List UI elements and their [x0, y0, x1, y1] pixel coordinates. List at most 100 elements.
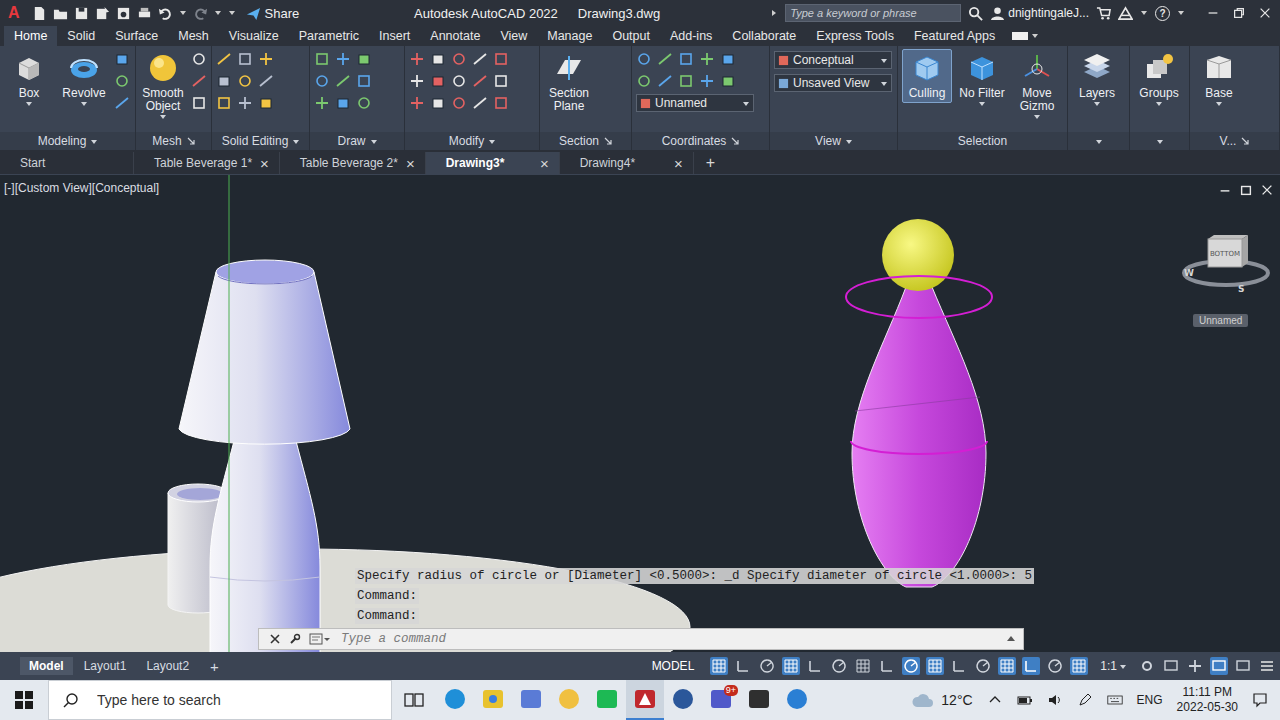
status-toggle-icon[interactable] [950, 657, 968, 675]
status-toggle-icon[interactable] [998, 657, 1016, 675]
status-toggle-icon[interactable] [1186, 657, 1204, 675]
redo-dropdown-icon[interactable] [214, 9, 222, 17]
customization-menu-icon[interactable] [1258, 657, 1276, 675]
model-viewport[interactable]: [-][Custom View][Conceptual]BOTTOMWSUnna… [0, 174, 1280, 652]
status-toggle-icon[interactable] [782, 657, 800, 675]
bowling-pin-model[interactable] [846, 219, 992, 587]
tool-icon[interactable] [493, 73, 509, 89]
taskbar-search[interactable] [48, 680, 392, 720]
panel-title[interactable]: Mesh [136, 132, 211, 150]
taskbar-search-field[interactable] [95, 691, 391, 709]
command-input[interactable] [339, 631, 997, 647]
app-logo[interactable]: A [4, 4, 26, 22]
status-toggle-icon[interactable] [878, 657, 896, 675]
taskbar-app[interactable] [588, 680, 626, 720]
taskbar-app[interactable] [626, 680, 664, 720]
minimize-icon[interactable] [1206, 6, 1220, 20]
tool-icon[interactable] [258, 51, 274, 67]
tool-icon[interactable] [216, 51, 232, 67]
close-tab-button[interactable]: × [260, 155, 269, 172]
status-toggle-icon[interactable] [1234, 657, 1252, 675]
taskbar-app[interactable] [550, 680, 588, 720]
status-toggle-icon[interactable] [1022, 657, 1040, 675]
taskbar-app[interactable] [664, 680, 702, 720]
tool-icon[interactable] [636, 51, 652, 67]
help-button[interactable]: ? [1155, 6, 1170, 21]
tool-menu-icon[interactable] [1094, 102, 1100, 106]
tool-icon[interactable] [191, 51, 207, 67]
user-account[interactable]: dnightingaleJ... [990, 6, 1089, 21]
task-view-button[interactable] [392, 680, 436, 720]
tool-icon[interactable] [191, 73, 207, 89]
tool-icon[interactable] [472, 73, 488, 89]
tool-menu-icon[interactable] [81, 102, 87, 106]
tool-icon[interactable] [493, 51, 509, 67]
save-icon[interactable] [74, 6, 89, 21]
tool-menu-icon[interactable] [1034, 115, 1040, 119]
panel-title[interactable]: Solid Editing [212, 132, 309, 150]
panel-expand-icon[interactable] [371, 140, 377, 144]
input-language[interactable]: ENG [1137, 693, 1163, 707]
viewport-close-icon[interactable] [1260, 183, 1274, 197]
tool-menu-icon[interactable] [26, 102, 32, 106]
ribbon-tool[interactable]: Groups [1134, 49, 1184, 109]
ribbon-tab[interactable]: Surface [105, 26, 168, 46]
tool-menu-icon[interactable] [1156, 102, 1162, 106]
panel-expand-icon[interactable] [489, 140, 495, 144]
save-as-icon[interactable] [95, 6, 110, 21]
file-tab[interactable]: Start [0, 152, 134, 174]
panel-title[interactable] [1130, 132, 1189, 150]
close-tab-button[interactable]: × [406, 155, 415, 172]
ribbon-tool[interactable]: Revolve [59, 49, 109, 109]
search-icon[interactable] [968, 6, 983, 21]
panel-expand-icon[interactable] [846, 140, 852, 144]
file-tab[interactable]: Drawing4*× [560, 152, 694, 174]
tool-icon[interactable] [314, 51, 330, 67]
status-toggle-icon[interactable] [1070, 657, 1088, 675]
new-tab-button[interactable]: + [694, 152, 727, 174]
tool-menu-icon[interactable] [160, 115, 166, 119]
tool-icon[interactable] [237, 73, 253, 89]
tool-icon[interactable] [335, 95, 351, 111]
ribbon-tab[interactable]: Add-ins [660, 26, 722, 46]
web-save-icon[interactable] [116, 6, 131, 21]
ribbon-tab[interactable]: Parametric [289, 26, 369, 46]
panel-expand-icon[interactable] [1157, 140, 1163, 144]
tool-icon[interactable] [451, 95, 467, 111]
restore-icon[interactable] [1232, 6, 1246, 20]
tool-icon[interactable] [493, 95, 509, 111]
tool-icon[interactable] [114, 73, 130, 89]
new-file-icon[interactable] [32, 6, 47, 21]
viewport-controls[interactable]: [-][Custom View][Conceptual] [4, 181, 159, 195]
battery-icon[interactable] [1017, 692, 1033, 708]
status-toggle-icon[interactable] [902, 657, 920, 675]
tool-icon[interactable] [356, 95, 372, 111]
plot-icon[interactable] [137, 6, 152, 21]
panel-expand-icon[interactable] [293, 140, 299, 144]
viewport-maximize-icon[interactable] [1239, 183, 1253, 197]
help-dropdown-icon[interactable] [1177, 9, 1185, 17]
dialog-launcher-icon[interactable] [604, 137, 612, 145]
tool-icon[interactable] [409, 51, 425, 67]
autodesk-app-icon[interactable] [1118, 6, 1133, 21]
ribbon-dropdown[interactable]: Unsaved View [774, 74, 892, 92]
ribbon-tool[interactable]: Box [4, 49, 54, 109]
tool-icon[interactable] [335, 73, 351, 89]
ribbon-tool[interactable]: Move Gizmo [1012, 49, 1062, 122]
ribbon-tab[interactable]: Mesh [168, 26, 219, 46]
status-toggle-icon[interactable] [830, 657, 848, 675]
panel-title[interactable]: Coordinates [632, 132, 769, 150]
tool-icon[interactable] [216, 73, 232, 89]
ribbon-tab[interactable]: Home [4, 26, 57, 46]
ribbon-dropdown[interactable]: Unnamed [636, 94, 754, 112]
ribbon-tab[interactable]: Insert [369, 26, 420, 46]
tool-icon[interactable] [258, 73, 274, 89]
tool-icon[interactable] [237, 51, 253, 67]
layout-tab[interactable]: Layout1 [75, 657, 136, 675]
command-history-toggle-icon[interactable] [1005, 633, 1017, 645]
ucs-menu[interactable]: Unnamed [1193, 314, 1248, 327]
status-toggle-icon[interactable] [854, 657, 872, 675]
taskbar-app[interactable] [778, 680, 816, 720]
status-toggle-icon[interactable] [926, 657, 944, 675]
start-button[interactable] [0, 680, 48, 720]
